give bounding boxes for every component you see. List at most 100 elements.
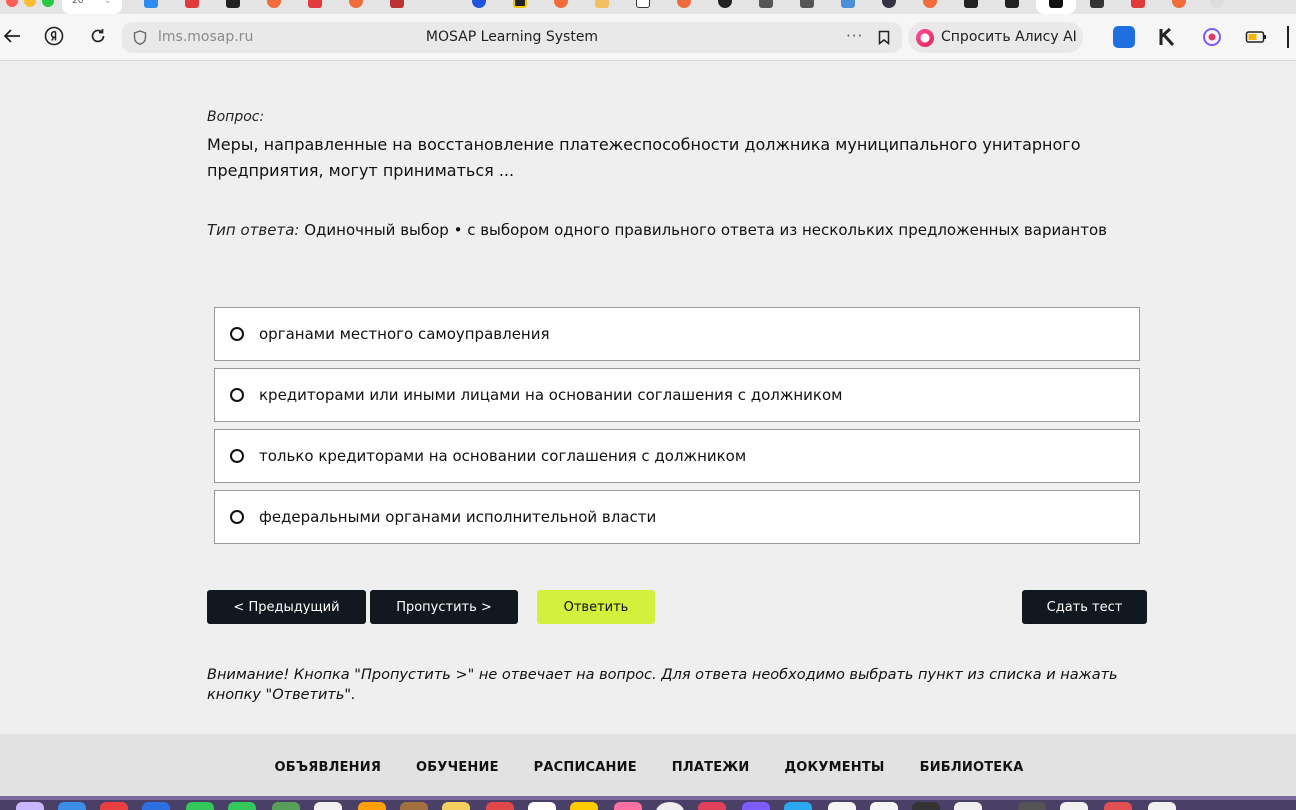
- reload-icon: [91, 29, 105, 43]
- dock-app-icon[interactable]: [1104, 802, 1132, 810]
- dock-app-icon[interactable]: [16, 802, 44, 810]
- submit-answer-button[interactable]: Ответить: [537, 590, 655, 624]
- alice-icon: [916, 29, 934, 47]
- ask-alice-button[interactable]: Спросить Алису AI: [908, 22, 1083, 53]
- tab-favicon-icon[interactable]: [964, 0, 978, 8]
- tab-favicon-icon[interactable]: [554, 0, 568, 8]
- dock-app-icon[interactable]: [784, 802, 812, 810]
- tab-favicon-icon[interactable]: [841, 0, 855, 8]
- tab-favicon-icon[interactable]: [226, 0, 240, 8]
- dock-app-icon[interactable]: [656, 802, 684, 810]
- extension-shield-icon[interactable]: [1201, 26, 1223, 48]
- dock-app-icon[interactable]: [400, 802, 428, 810]
- close-window-icon[interactable]: [6, 0, 18, 7]
- dock-app-icon[interactable]: [228, 802, 256, 810]
- tab-favicon-icon[interactable]: [308, 0, 322, 8]
- dock-app-icon[interactable]: [186, 802, 214, 810]
- ask-alice-label: Спросить Алису AI: [941, 29, 1077, 45]
- nav-link-payments[interactable]: ПЛАТЕЖИ: [670, 760, 750, 775]
- maximize-window-icon[interactable]: [42, 0, 54, 7]
- previous-question-button[interactable]: < Предыдущий: [207, 590, 366, 624]
- tab-favicon-icon[interactable]: [390, 0, 404, 8]
- answer-option[interactable]: органами местного самоуправления: [214, 307, 1140, 361]
- dock-app-icon[interactable]: [870, 802, 898, 810]
- battery-extension-icon[interactable]: [1245, 26, 1267, 48]
- tab-favicon-icon[interactable]: [1090, 0, 1104, 8]
- skip-question-button[interactable]: Пропустить >: [370, 590, 518, 624]
- dock-app-icon[interactable]: [742, 802, 770, 810]
- radio-button[interactable]: [230, 388, 244, 402]
- tab-favicon-icon[interactable]: [677, 0, 691, 8]
- answer-option-text: кредиторами или иными лицами на основани…: [259, 386, 843, 404]
- tab-favicon-icon[interactable]: [1172, 0, 1186, 8]
- tab-favicon-icon[interactable]: [800, 0, 814, 8]
- tab-favicon-icon[interactable]: [513, 0, 527, 8]
- dock-app-icon[interactable]: [528, 802, 556, 810]
- radio-button[interactable]: [230, 327, 244, 341]
- dock-app-icon[interactable]: [954, 802, 982, 810]
- dock-app-icon[interactable]: [272, 802, 300, 810]
- dock-app-icon[interactable]: [828, 802, 856, 810]
- minimize-window-icon[interactable]: [24, 0, 36, 7]
- tab-favicon-icon[interactable]: [1049, 0, 1063, 8]
- nav-link-library[interactable]: БИБЛИОТЕКА: [918, 760, 1024, 775]
- answer-option[interactable]: только кредиторами на основании соглашен…: [214, 429, 1140, 483]
- dock-app-icon[interactable]: [1018, 802, 1046, 810]
- tab-favicon-icon[interactable]: [759, 0, 773, 8]
- tab-favicon-icon[interactable]: [923, 0, 937, 8]
- more-options-icon[interactable]: ···: [846, 27, 863, 45]
- tab-favicon-icon[interactable]: [472, 0, 486, 8]
- dock-edge: [0, 796, 1296, 800]
- tab-favicon-icon[interactable]: [267, 0, 281, 8]
- dock-app-icon[interactable]: [912, 802, 940, 810]
- tab-favicon-icon[interactable]: [349, 0, 363, 8]
- tab-favicon-icon[interactable]: [1131, 0, 1145, 8]
- tab-favicon-icon[interactable]: [718, 0, 732, 8]
- nav-link-announcements[interactable]: ОБЪЯВЛЕНИЯ: [273, 760, 382, 775]
- dock-app-icon[interactable]: [442, 802, 470, 810]
- footer-navigation: ОБЪЯВЛЕНИЯ ОБУЧЕНИЕ РАСПИСАНИЕ ПЛАТЕЖИ Д…: [0, 734, 1296, 796]
- dock-app-icon[interactable]: [614, 802, 642, 810]
- dock-app-icon[interactable]: [570, 802, 598, 810]
- extension-edge-icon[interactable]: [1287, 26, 1296, 48]
- tab-favicon-icon[interactable]: [185, 0, 199, 8]
- macos-dock: [0, 796, 1296, 810]
- radio-button[interactable]: [230, 510, 244, 524]
- dock-app-icon[interactable]: [486, 802, 514, 810]
- browser-toolbar: lms.mosap.ru MOSAP Learning System ··· С…: [0, 14, 1296, 61]
- tab-favicon-icon[interactable]: [882, 0, 896, 8]
- reload-button[interactable]: [86, 24, 110, 48]
- footer-nav-links: ОБЪЯВЛЕНИЯ ОБУЧЕНИЕ РАСПИСАНИЕ ПЛАТЕЖИ Д…: [0, 760, 1296, 775]
- answer-option[interactable]: кредиторами или иными лицами на основани…: [214, 368, 1140, 422]
- back-button[interactable]: [0, 24, 24, 48]
- answer-option[interactable]: федеральными органами исполнительной вла…: [214, 490, 1140, 544]
- question-label: Вопрос:: [207, 109, 265, 125]
- yandex-home-button[interactable]: [42, 24, 66, 48]
- page-title: MOSAP Learning System: [425, 29, 599, 45]
- tab-favicon-icon[interactable]: [636, 0, 650, 8]
- dock-app-icon[interactable]: [58, 802, 86, 810]
- new-tab-icon[interactable]: [1210, 0, 1224, 8]
- nav-link-schedule[interactable]: РАСПИСАНИЕ: [532, 760, 637, 775]
- tab-favicon-icon[interactable]: [144, 0, 158, 8]
- bookmark-icon[interactable]: [878, 30, 890, 45]
- radio-button[interactable]: [230, 449, 244, 463]
- dock-app-icon[interactable]: [1060, 802, 1088, 810]
- extension-k-icon[interactable]: [1157, 26, 1179, 48]
- tab-favicon-icon[interactable]: [595, 0, 609, 8]
- nav-link-documents[interactable]: ДОКУМЕНТЫ: [782, 760, 884, 775]
- dock-app-icon[interactable]: [142, 802, 170, 810]
- back-arrow-icon: [3, 29, 20, 43]
- nav-link-learning[interactable]: ОБУЧЕНИЕ: [414, 760, 499, 775]
- dock-app-icon[interactable]: [358, 802, 386, 810]
- address-bar[interactable]: lms.mosap.ru MOSAP Learning System ···: [122, 22, 902, 53]
- finish-test-button[interactable]: Сдать тест: [1022, 590, 1147, 624]
- active-tab[interactable]: 20 ⌄: [62, 0, 122, 14]
- dock-app-icon[interactable]: [1148, 802, 1176, 810]
- answer-type: Тип ответа: Одиночный выбор • с выбором …: [207, 221, 1107, 239]
- dock-app-icon[interactable]: [698, 802, 726, 810]
- dock-app-icon[interactable]: [314, 802, 342, 810]
- extension-y-icon[interactable]: [1113, 26, 1135, 48]
- tab-favicon-icon[interactable]: [1005, 0, 1019, 8]
- dock-app-icon[interactable]: [100, 802, 128, 810]
